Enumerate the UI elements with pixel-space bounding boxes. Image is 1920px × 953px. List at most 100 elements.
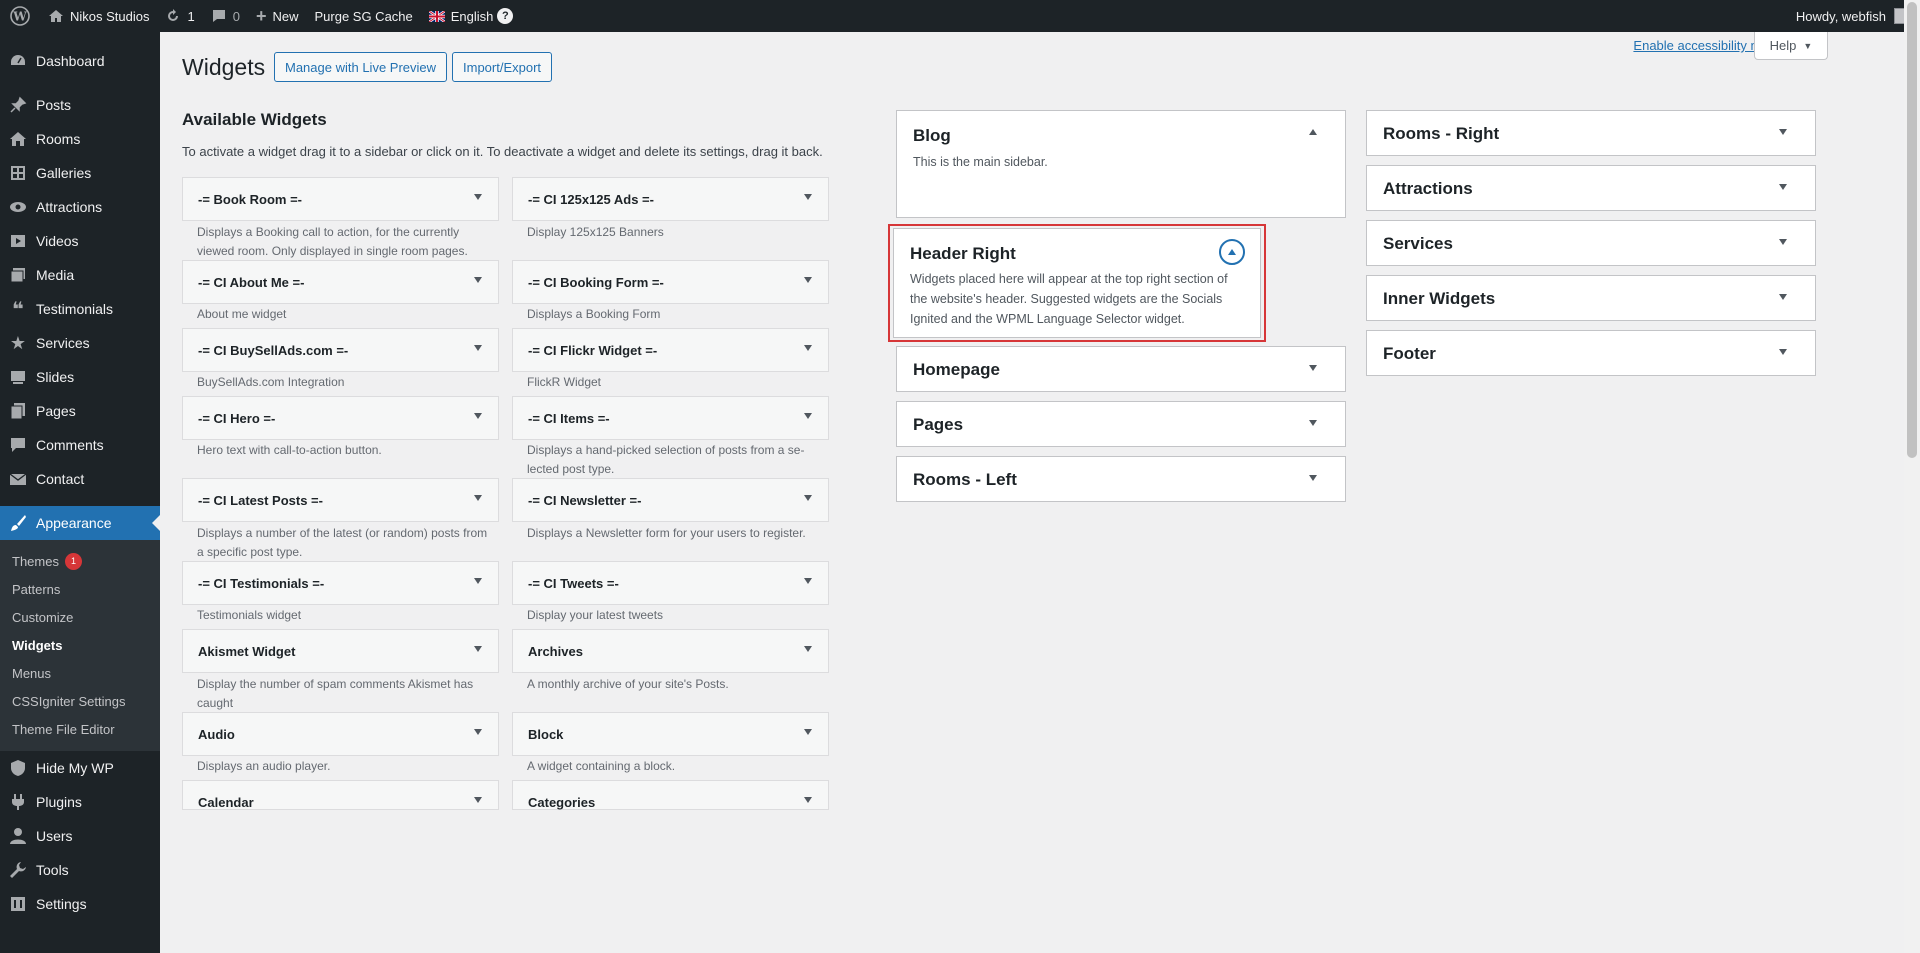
sidebar-title: Attractions (1383, 179, 1473, 198)
widget-audio[interactable]: Audio (182, 712, 499, 756)
submenu-item-theme-file-editor[interactable]: Theme File Editor (0, 715, 160, 743)
scrollbar-thumb[interactable] (1907, 2, 1917, 458)
menu-item-pages[interactable]: Pages (0, 394, 160, 428)
menu-item-media[interactable]: Media (0, 258, 160, 292)
chevron-down-icon[interactable] (1309, 475, 1317, 481)
widget-categories[interactable]: Categories (512, 780, 829, 810)
menu-item-contact[interactable]: Contact (0, 462, 160, 496)
widget-ci-latest-posts[interactable]: -= CI Latest Posts =- (182, 478, 499, 522)
widget-ci-newsletter[interactable]: -= CI Newsletter =- (512, 478, 829, 522)
widget-description: A monthly archive of your site's Posts. (527, 677, 729, 691)
sidebar-header-right[interactable]: Header Right Widgets placed here will ap… (893, 228, 1261, 338)
menu-item-dashboard[interactable]: Dashboard (0, 44, 160, 78)
sidebar-footer[interactable]: Footer (1366, 330, 1816, 376)
widget-ci-tweets[interactable]: -= CI Tweets =- (512, 561, 829, 605)
chevron-down-icon[interactable] (1779, 129, 1787, 135)
widget-ci-booking-form[interactable]: -= CI Booking Form =- (512, 260, 829, 304)
sidebar-rooms-left[interactable]: Rooms - Left (896, 456, 1346, 502)
widget-ci-125x125-ads[interactable]: -= CI 125x125 Ads =- (512, 177, 829, 221)
refresh-icon (165, 8, 181, 24)
widget-title: -= CI About Me =- (198, 274, 305, 290)
menu-item-testimonials[interactable]: ❝ Testimonials (0, 292, 160, 326)
wp-logo-button[interactable]: W (0, 0, 40, 32)
slides-icon (8, 367, 28, 387)
chevron-down-icon[interactable] (1779, 184, 1787, 190)
menu-item-plugins[interactable]: Plugins (0, 785, 160, 819)
chevron-down-icon[interactable] (1779, 349, 1787, 355)
updates-link[interactable]: 1 (157, 0, 202, 32)
submenu-item-themes[interactable]: Themes 1 (0, 547, 160, 575)
menu-label: Posts (36, 97, 72, 113)
sidebar-rooms-right[interactable]: Rooms - Right (1366, 110, 1816, 156)
widget-description: Display 125x125 Banners (527, 225, 664, 239)
widget-ci-testimonials[interactable]: -= CI Testimonials =- (182, 561, 499, 605)
new-content-link[interactable]: + New (248, 0, 307, 32)
chevron-up-icon[interactable] (1309, 129, 1317, 135)
menu-item-hide-my-wp[interactable]: Hide My WP (0, 751, 160, 785)
widget-archives[interactable]: Archives (512, 629, 829, 673)
menu-item-videos[interactable]: Videos (0, 224, 160, 258)
sidebar-blog[interactable]: Blog This is the main sidebar. (896, 110, 1346, 218)
chevron-down-icon (804, 578, 812, 584)
help-label: Help (1769, 38, 1797, 53)
wrench-icon (8, 860, 28, 880)
sidebar-inner-widgets[interactable]: Inner Widgets (1366, 275, 1816, 321)
submenu-item-widgets[interactable]: Widgets (0, 631, 160, 659)
widget-block[interactable]: Block (512, 712, 829, 756)
sidebar-homepage[interactable]: Homepage (896, 346, 1346, 392)
menu-item-galleries[interactable]: Galleries (0, 156, 160, 190)
video-icon (8, 231, 28, 251)
sidebar-pages[interactable]: Pages (896, 401, 1346, 447)
menu-item-attractions[interactable]: Attractions (0, 190, 160, 224)
menu-item-appearance[interactable]: Appearance (0, 506, 160, 540)
widget-ci-hero[interactable]: -= CI Hero =- (182, 396, 499, 440)
submenu-label: Theme File Editor (12, 721, 115, 737)
widget-title: -= Book Room =- (198, 191, 303, 207)
site-name-link[interactable]: Nikos Studios (40, 0, 157, 32)
language-switcher[interactable]: English ? (421, 0, 522, 32)
sidebar-services[interactable]: Services (1366, 220, 1816, 266)
page-scrollbar[interactable] (1904, 0, 1920, 953)
sidebar-title: Services (1383, 234, 1453, 253)
menu-item-tools[interactable]: Tools (0, 853, 160, 887)
submenu-item-menus[interactable]: Menus (0, 659, 160, 687)
submenu-item-cssigniter-settings[interactable]: CSSIgniter Settings (0, 687, 160, 715)
chevron-down-icon (804, 729, 812, 735)
menu-item-services[interactable]: ★ Services (0, 326, 160, 360)
menu-item-comments[interactable]: Comments (0, 428, 160, 462)
menu-item-slides[interactable]: Slides (0, 360, 160, 394)
menu-item-posts[interactable]: Posts (0, 88, 160, 122)
menu-item-users[interactable]: Users (0, 819, 160, 853)
import-export-button[interactable]: Import/Export (452, 52, 553, 82)
chevron-down-icon (474, 646, 482, 652)
chevron-down-icon[interactable] (1309, 365, 1317, 371)
question-icon: ? (497, 8, 514, 24)
widget-akismet[interactable]: Akismet Widget (182, 629, 499, 673)
menu-label: Tools (36, 862, 69, 878)
comments-link[interactable]: 0 (203, 0, 248, 32)
chevron-down-icon[interactable] (1779, 294, 1787, 300)
chevron-down-icon (804, 277, 812, 283)
media-icon (8, 265, 28, 285)
submenu-label: Customize (12, 609, 74, 625)
available-widgets-title: Available Widgets (182, 110, 327, 129)
widget-ci-about-me[interactable]: -= CI About Me =- (182, 260, 499, 304)
submenu-item-patterns[interactable]: Patterns (0, 575, 160, 603)
purge-cache-link[interactable]: Purge SG Cache (306, 0, 420, 32)
widget-ci-flickr[interactable]: -= CI Flickr Widget =- (512, 328, 829, 372)
menu-item-rooms[interactable]: Rooms (0, 122, 160, 156)
widget-ci-buysellads[interactable]: -= CI BuySellAds.com =- (182, 328, 499, 372)
sidebar-attractions[interactable]: Attractions (1366, 165, 1816, 211)
help-tab-button[interactable]: Help ▼ (1754, 32, 1828, 60)
widget-book-room[interactable]: -= Book Room =- (182, 177, 499, 221)
sidebar-title: Rooms - Right (1383, 124, 1500, 143)
my-account-link[interactable]: Howdy, webfish (1788, 0, 1920, 32)
submenu-item-customize[interactable]: Customize (0, 603, 160, 631)
live-preview-button[interactable]: Manage with Live Preview (274, 52, 448, 82)
menu-item-settings[interactable]: Settings (0, 887, 160, 921)
chevron-down-icon[interactable] (1779, 239, 1787, 245)
collapse-toggle-icon[interactable] (1219, 239, 1245, 265)
widget-calendar[interactable]: Calendar (182, 780, 499, 810)
chevron-down-icon[interactable] (1309, 420, 1317, 426)
widget-ci-items[interactable]: -= CI Items =- (512, 396, 829, 440)
